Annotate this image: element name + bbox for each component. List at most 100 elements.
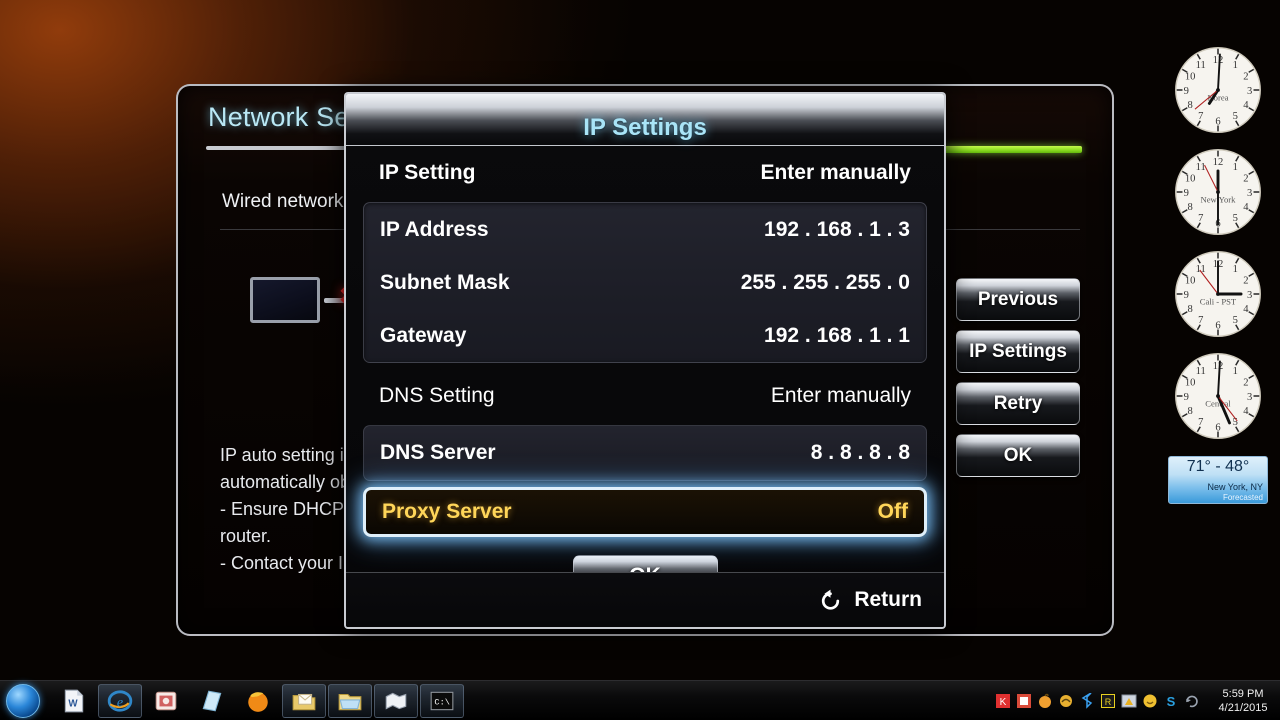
tray-app-icon[interactable]: R	[1100, 693, 1116, 709]
dns-server-group: DNS Server 8 . 8 . 8 . 8	[363, 425, 927, 481]
dialog-header: IP Settings	[346, 94, 944, 146]
taskbar-word[interactable]: W	[52, 684, 96, 718]
row-proxy-server-selected[interactable]: Proxy Server Off	[363, 487, 927, 537]
svg-text:4: 4	[1243, 202, 1249, 213]
tv-device-icon	[250, 277, 320, 323]
row-dns-setting[interactable]: DNS Setting Enter manually	[363, 369, 927, 423]
row-value: 192 . 168 . 1 . 1	[764, 323, 910, 347]
row-subnet-mask[interactable]: Subnet Mask 255 . 255 . 255 . 0	[364, 256, 926, 309]
desktop-gadgets: 12 1 2 345 678 9 10 11 Korea 12 1 2 3 4 …	[1164, 42, 1272, 504]
svg-text:3: 3	[1247, 392, 1252, 403]
taskbar-explorer[interactable]	[328, 683, 372, 718]
tray-sync-icon[interactable]	[1184, 693, 1200, 709]
svg-text:10: 10	[1185, 71, 1196, 82]
tray-updates-icon[interactable]	[1016, 693, 1032, 709]
svg-text:10: 10	[1185, 173, 1196, 184]
svg-text:9: 9	[1184, 290, 1189, 301]
svg-text:R: R	[1105, 697, 1112, 707]
row-label: IP Setting	[379, 161, 476, 184]
row-label: Gateway	[380, 323, 467, 347]
taskbar-cmd[interactable]: C:\	[420, 683, 464, 718]
tray-bluetooth-icon[interactable]	[1079, 692, 1095, 709]
command-prompt-icon: C:\	[430, 691, 454, 710]
weather-status: Forecasted	[1222, 493, 1263, 502]
start-orb-icon[interactable]	[6, 683, 40, 718]
svg-text:S: S	[1167, 694, 1176, 709]
internet-explorer-icon: e	[107, 689, 133, 712]
svg-text:1: 1	[1233, 264, 1238, 275]
svg-text:4: 4	[1243, 100, 1249, 111]
row-ip-address[interactable]: IP Address 192 . 168 . 1 . 3	[364, 203, 926, 256]
return-label[interactable]: Return	[854, 588, 922, 612]
svg-text:2: 2	[1243, 377, 1248, 388]
row-value: Enter manually	[770, 384, 911, 407]
map-shape-icon	[385, 692, 407, 709]
taskbar-firefox[interactable]	[236, 684, 280, 718]
taskbar-clock[interactable]: 5:59 PM 4/21/2015	[1214, 687, 1272, 715]
side-button-group: Previous IP Settings Retry OK	[956, 278, 1080, 477]
mail-folder-icon	[292, 693, 316, 710]
svg-text:2: 2	[1243, 71, 1248, 82]
row-value: 192 . 168 . 1 . 3	[764, 217, 910, 241]
svg-text:3: 3	[1247, 188, 1252, 199]
svg-text:K: K	[1000, 697, 1007, 708]
previous-button[interactable]: Previous	[956, 278, 1080, 321]
svg-text:8: 8	[1188, 202, 1193, 213]
svg-text:11: 11	[1196, 60, 1206, 71]
tray-warning-icon[interactable]	[1121, 693, 1137, 709]
row-label: Subnet Mask	[380, 270, 510, 294]
windows-taskbar: W e C:\ K R S 5:59 PM 4/21/2015	[0, 680, 1280, 720]
row-gateway[interactable]: Gateway 192 . 168 . 1 . 1	[364, 309, 926, 362]
ok-button-side[interactable]: OK	[956, 434, 1080, 477]
clock-gadget-cali-pst: 1212 345 678 91011 Cali - PST	[1170, 246, 1266, 342]
tray-skype-icon[interactable]: S	[1163, 693, 1179, 709]
row-dns-server[interactable]: DNS Server 8 . 8 . 8 . 8	[364, 426, 926, 480]
svg-text:5: 5	[1233, 315, 1238, 326]
progress-indicator-bar	[944, 146, 1082, 153]
retry-button[interactable]: Retry	[956, 382, 1080, 425]
manual-ip-group: IP Address 192 . 168 . 1 . 3 Subnet Mask…	[363, 202, 927, 363]
photo-viewer-icon	[155, 691, 177, 710]
taskbar-ie[interactable]: e	[98, 683, 142, 718]
row-label: DNS Server	[380, 441, 496, 464]
svg-text:9: 9	[1184, 86, 1189, 97]
ip-settings-button[interactable]: IP Settings	[956, 330, 1080, 373]
tray-network-icon[interactable]	[1058, 693, 1074, 709]
taskbar-items: W e C:\	[52, 683, 464, 718]
row-value: 8 . 8 . 8 . 8	[810, 441, 910, 464]
svg-text:1: 1	[1233, 162, 1238, 173]
weather-gadget[interactable]: 71° - 48° New York, NY Forecasted	[1168, 456, 1268, 504]
svg-text:11: 11	[1196, 162, 1206, 173]
svg-text:W: W	[68, 698, 78, 709]
clock-gadget-new-york: 1212 345 678 91011 New York	[1170, 144, 1266, 240]
dialog-body: IP Setting Enter manually IP Address 192…	[346, 146, 944, 597]
taskbar-map[interactable]	[374, 683, 418, 718]
desktop-background: Network Settings Wired network connectio…	[0, 0, 1280, 720]
tray-antivirus-icon[interactable]: K	[995, 693, 1011, 709]
svg-text:11: 11	[1196, 264, 1206, 275]
svg-text:3: 3	[1247, 86, 1252, 97]
tray-sound-icon[interactable]	[1037, 693, 1053, 709]
svg-text:5: 5	[1233, 213, 1238, 224]
svg-text:6: 6	[1215, 321, 1220, 332]
svg-text:1: 1	[1233, 60, 1238, 71]
svg-text:2: 2	[1243, 275, 1248, 286]
svg-text:12: 12	[1213, 157, 1224, 168]
svg-text:4: 4	[1243, 406, 1249, 417]
svg-text:1: 1	[1233, 366, 1238, 377]
dialog-footer: Return	[346, 572, 944, 627]
notepad-icon	[202, 690, 222, 711]
svg-text:5: 5	[1233, 111, 1238, 122]
tray-chat-icon[interactable]	[1142, 693, 1158, 709]
row-value: Off	[877, 500, 908, 523]
svg-text:4: 4	[1243, 304, 1249, 315]
taskbar-notepad[interactable]	[190, 684, 234, 718]
svg-text:9: 9	[1184, 188, 1189, 199]
svg-text:3: 3	[1247, 290, 1252, 301]
taskbar-mail[interactable]	[282, 683, 326, 718]
taskbar-photos[interactable]	[144, 684, 188, 718]
row-ip-setting[interactable]: IP Setting Enter manually	[363, 146, 927, 200]
svg-text:10: 10	[1185, 275, 1196, 286]
return-arrow-icon	[822, 589, 840, 610]
clock-time: 5:59 PM	[1222, 687, 1264, 700]
